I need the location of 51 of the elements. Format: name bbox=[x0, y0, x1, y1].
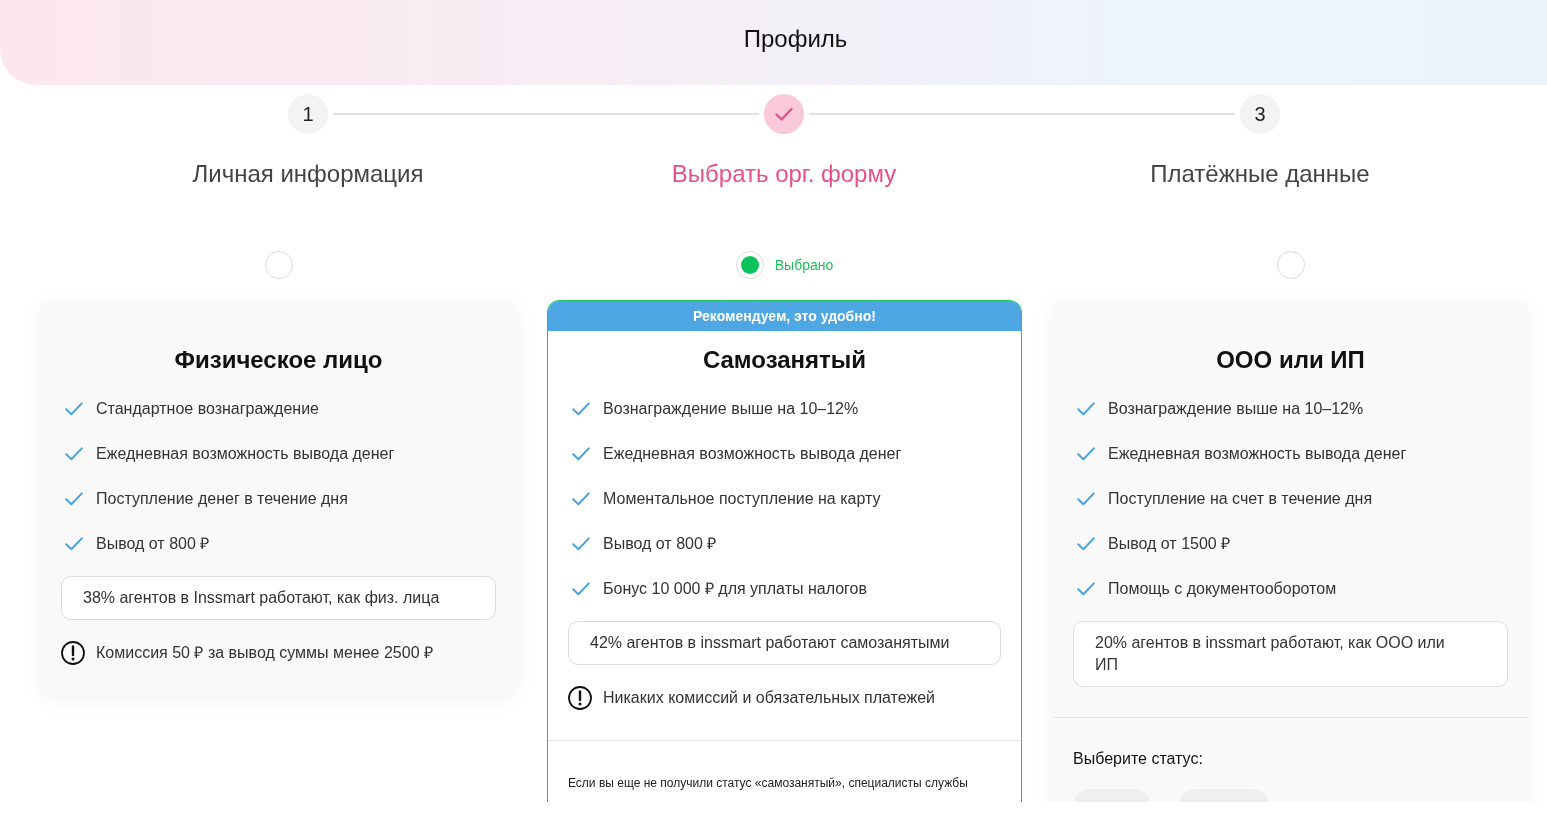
alert-icon bbox=[568, 686, 592, 710]
feature-text: Вознаграждение выше на 10–12% bbox=[603, 399, 859, 419]
footer-text: Если вы еще не получили статус «самозанятый», специалисты службы bbox=[568, 775, 968, 791]
check-icon bbox=[572, 402, 590, 416]
check-icon bbox=[65, 402, 83, 416]
share-note: 38% агентов в Inssmart работают, как физ. лица bbox=[61, 576, 496, 620]
card-title: Самозанятый bbox=[701, 345, 868, 375]
check-icon bbox=[572, 447, 590, 461]
radio-button[interactable] bbox=[735, 251, 764, 279]
status-heading: Выберите статус: bbox=[1073, 749, 1203, 769]
step-label: Личная информация bbox=[192, 160, 424, 188]
feature-text: Вывод от 1500 ₽ bbox=[1108, 534, 1231, 554]
selected-label: Выбрано bbox=[774, 256, 834, 274]
warning-text: Никаких комиссий и обязательных платежей bbox=[603, 688, 936, 708]
feature-text: Стандартное вознаграждение bbox=[96, 399, 319, 419]
feature-text: Поступление денег в течение дня bbox=[96, 489, 348, 509]
check-icon bbox=[65, 492, 83, 506]
warning-text: Комиссия 50 ₽ за вывод суммы менее 2500 ₽ bbox=[96, 643, 433, 663]
feature-text: Вывод от 800 ₽ bbox=[603, 534, 717, 554]
feature-text: Помощь с документооборотом bbox=[1108, 579, 1337, 599]
step-label: Платёжные данные bbox=[1150, 160, 1370, 188]
feature-text: Ежедневная возможность вывода денег bbox=[96, 444, 395, 464]
alert-icon bbox=[61, 641, 85, 665]
step-number: 1 bbox=[288, 94, 328, 134]
check-icon bbox=[572, 582, 590, 596]
card-title: Физическое лицо bbox=[173, 345, 384, 375]
check-icon bbox=[65, 537, 83, 551]
feature-text: Вывод от 800 ₽ bbox=[96, 534, 210, 554]
check-icon bbox=[1077, 402, 1095, 416]
check-icon bbox=[65, 447, 83, 461]
feature-text: Ежедневная возможность вывода денег bbox=[1108, 444, 1407, 464]
check-icon bbox=[1077, 537, 1095, 551]
check-icon bbox=[572, 537, 590, 551]
share-note: 20% агентов в inssmart работают, как ООО или ИП bbox=[1073, 621, 1508, 687]
recommend-banner: Рекомендуем, это удобно! bbox=[548, 301, 1021, 331]
step-number: 3 bbox=[1240, 94, 1280, 134]
feature-text: Моментальное поступление на карту bbox=[603, 489, 881, 509]
check-icon bbox=[572, 492, 590, 506]
check-icon bbox=[1077, 447, 1095, 461]
radio-button[interactable] bbox=[1276, 251, 1305, 279]
step-label: Выбрать орг. форму bbox=[671, 160, 897, 188]
check-icon bbox=[1077, 582, 1095, 596]
feature-text: Поступление на счет в течение дня bbox=[1108, 489, 1373, 509]
feature-text: Вознаграждение выше на 10–12% bbox=[1108, 399, 1364, 419]
feature-text: Бонус 10 000 ₽ для уплаты налогов bbox=[603, 579, 867, 599]
check-icon bbox=[1077, 492, 1095, 506]
radio-button[interactable] bbox=[264, 251, 293, 279]
page-title: Профиль bbox=[743, 24, 848, 54]
feature-text: Ежедневная возможность вывода денег bbox=[603, 444, 902, 464]
card-title: ООО или ИП bbox=[1215, 345, 1366, 375]
share-note: 42% агентов в inssmart работают самозанятыми bbox=[568, 621, 1001, 665]
